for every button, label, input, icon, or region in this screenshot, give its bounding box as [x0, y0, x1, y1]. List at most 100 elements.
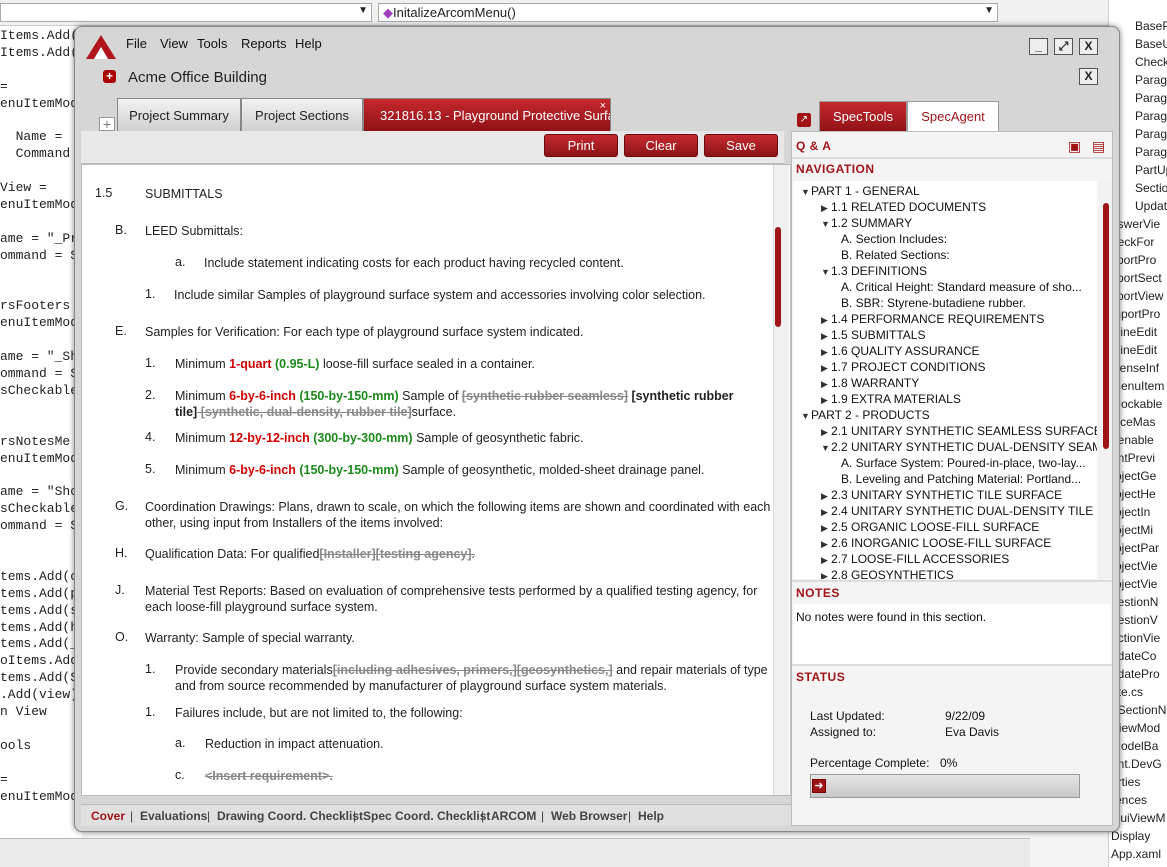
tab-spectools[interactable]: SpecTools	[819, 101, 907, 132]
para-b1-text[interactable]: Include similar Samples of playground su…	[174, 287, 706, 303]
solution-item[interactable]: Display	[1111, 829, 1150, 843]
para-ba-text[interactable]: Include statement indicating costs for e…	[204, 255, 624, 271]
metric-value[interactable]: (150-by-150-mm)	[296, 389, 398, 403]
nav-tree-item[interactable]: ▶ 1.5 SUBMITTALS	[821, 328, 925, 342]
save-button[interactable]: Save	[704, 134, 778, 157]
solution-item[interactable]: Paragr	[1135, 73, 1167, 87]
para-e2-text[interactable]: Minimum 6-by-6-inch (150-by-150-mm) Samp…	[175, 388, 734, 404]
navigation-tree[interactable]: ▼PART 1 - GENERAL ▶ 1.1 RELATED DOCUMENTS ▼…	[793, 181, 1097, 579]
nav-tree-item[interactable]: ▶ 1.1 RELATED DOCUMENTS	[821, 200, 986, 214]
close-tab-icon[interactable]: ×	[600, 100, 606, 112]
nav-tree-item[interactable]: ▶ 1.7 PROJECT CONDITIONS	[821, 360, 985, 374]
collapsed-triangle-icon[interactable]: ▶	[821, 571, 831, 579]
selected-option[interactable]: [synthetic rubber	[628, 389, 733, 403]
collapsed-triangle-icon[interactable]: ▶	[821, 491, 831, 502]
nav-tree-item[interactable]: ▶ 1.8 WARRANTY	[821, 376, 919, 390]
bottom-link[interactable]: Cover	[91, 809, 125, 823]
nav-tree-item[interactable]: ▶ 1.6 QUALITY ASSURANCE	[821, 344, 980, 358]
deleted-option[interactable]: [synthetic, dual-density, rubber tile]	[197, 405, 412, 419]
insert-requirement-placeholder[interactable]: <Insert requirement>.	[205, 769, 333, 783]
solution-item[interactable]: App.xaml	[1111, 847, 1161, 861]
navigation-scrollbar-thumb[interactable]	[1103, 203, 1109, 449]
nav-tree-item[interactable]: ▼PART 2 - PRODUCTS	[801, 408, 930, 422]
popout-icon[interactable]: ↗	[797, 113, 811, 127]
solution-item[interactable]: Paragr	[1135, 109, 1167, 123]
restore-button[interactable]: ⤢	[1054, 38, 1073, 55]
solution-item[interactable]: Paragr	[1135, 145, 1167, 159]
tab-project-sections[interactable]: Project Sections	[241, 98, 363, 131]
pdf-icon[interactable]: ▤	[1092, 138, 1105, 155]
arrow-right-icon[interactable]: ➜	[812, 779, 826, 793]
expanded-triangle-icon[interactable]: ▼	[801, 187, 811, 197]
nav-tree-item[interactable]: B. Leveling and Patching Material: Portl…	[841, 472, 1081, 486]
nav-tree-item[interactable]: ▶ 2.5 ORGANIC LOOSE-FILL SURFACE	[821, 520, 1039, 534]
para-o1-text[interactable]: Provide secondary materials[including ad…	[175, 662, 768, 678]
option-value[interactable]: 6-by-6-inch	[229, 463, 296, 477]
expanded-triangle-icon[interactable]: ▼	[821, 443, 831, 453]
para-e1-text[interactable]: Minimum 1-quart (0.95-L) loose-fill surf…	[175, 356, 535, 372]
nav-tree-item[interactable]: ▶ 2.4 UNITARY SYNTHETIC DUAL-DENSITY TILE…	[821, 504, 1097, 518]
option-value[interactable]: 6-by-6-inch	[229, 389, 296, 403]
solution-item[interactable]: Paragr	[1135, 127, 1167, 141]
para-o1-text-line2[interactable]: and from source recommended by manufactu…	[175, 678, 667, 694]
collapsed-triangle-icon[interactable]: ▶	[821, 203, 831, 214]
tab-project-summary[interactable]: Project Summary	[117, 98, 241, 131]
close-document-button[interactable]: X	[1079, 68, 1098, 85]
ide-class-combo[interactable]: ▼	[0, 3, 372, 22]
solution-item[interactable]: Check	[1135, 55, 1167, 69]
document-add-icon[interactable]: +	[103, 70, 116, 83]
para-o-text[interactable]: Warranty: Sample of special warranty.	[145, 630, 355, 646]
para-g-text[interactable]: Coordination Drawings: Plans, drawn to s…	[145, 499, 770, 515]
para-e5-text[interactable]: Minimum 6-by-6-inch (150-by-150-mm) Samp…	[175, 462, 704, 478]
nav-tree-item[interactable]: B. SBR: Styrene-butadiene rubber.	[841, 296, 1026, 310]
collapsed-triangle-icon[interactable]: ▶	[821, 507, 831, 518]
nav-tree-item[interactable]: ▶ 1.4 PERFORMANCE REQUIREMENTS	[821, 312, 1044, 326]
solution-item[interactable]: BaseU	[1135, 37, 1167, 51]
print-button[interactable]: Print	[544, 134, 618, 157]
collapsed-triangle-icon[interactable]: ▶	[821, 379, 831, 390]
nav-tree-item[interactable]: ▶ 2.6 INORGANIC LOOSE-FILL SURFACE	[821, 536, 1051, 550]
para-b-text[interactable]: LEED Submittals:	[145, 223, 243, 239]
collapsed-triangle-icon[interactable]: ▶	[821, 315, 831, 326]
clear-button[interactable]: Clear	[624, 134, 698, 157]
nav-tree-item[interactable]: ▶ 2.7 LOOSE-FILL ACCESSORIES	[821, 552, 1009, 566]
menu-view[interactable]: View	[160, 36, 188, 51]
para-g-text-line2[interactable]: other, using input from Installers of th…	[145, 515, 443, 531]
deleted-option[interactable]: [synthetic rubber seamless]	[462, 389, 628, 403]
bottom-link[interactable]: Web Browser	[551, 809, 627, 823]
para-oa-text[interactable]: Reduction in impact attenuation.	[205, 736, 384, 752]
nav-tree-item[interactable]: ▼1.2 SUMMARY	[821, 216, 912, 230]
para-j-text-line2[interactable]: each loose-fill playground surface syste…	[145, 599, 378, 615]
nav-tree-item[interactable]: A. Section Includes:	[841, 232, 947, 246]
option-value[interactable]: 12-by-12-inch	[229, 431, 310, 445]
document-scrollbar-thumb[interactable]	[775, 227, 781, 327]
deleted-option[interactable]: [Installer][testing agency].	[319, 547, 475, 561]
para-e4-text[interactable]: Minimum 12-by-12-inch (300-by-300-mm) Sa…	[175, 430, 584, 446]
ide-code-editor[interactable]: Items.Add(Items.Add(= enuItemMod Name = C…	[0, 26, 82, 840]
metric-value[interactable]: (300-by-300-mm)	[310, 431, 412, 445]
solution-item[interactable]: BasePa	[1135, 19, 1167, 33]
add-tab-button[interactable]: +	[99, 117, 115, 131]
ide-method-combo[interactable]: ◆InitalizeArcomMenu() ▼	[378, 3, 998, 22]
bottom-link[interactable]: ARCOM	[491, 809, 536, 823]
collapsed-triangle-icon[interactable]: ▶	[821, 363, 831, 374]
nav-tree-item[interactable]: ▼PART 1 - GENERAL	[801, 184, 920, 198]
minimize-button[interactable]: _	[1029, 38, 1048, 55]
collapsed-triangle-icon[interactable]: ▶	[821, 427, 831, 438]
nav-tree-item[interactable]: ▶ 2.3 UNITARY SYNTHETIC TILE SURFACE	[821, 488, 1062, 502]
para-j-text[interactable]: Material Test Reports: Based on evaluati…	[145, 583, 757, 599]
menu-reports[interactable]: Reports	[241, 36, 287, 51]
bottom-link[interactable]: Spec Coord. Checklist	[363, 809, 490, 823]
para-e-text[interactable]: Samples for Verification: For each type …	[145, 324, 583, 340]
para-h-text[interactable]: Qualification Data: For qualified[Instal…	[145, 546, 475, 562]
solution-item[interactable]: PartUp	[1135, 163, 1167, 177]
menu-help[interactable]: Help	[295, 36, 322, 51]
menu-file[interactable]: File	[126, 36, 147, 51]
collapsed-triangle-icon[interactable]: ▶	[821, 395, 831, 406]
document-content[interactable]: 1.5 SUBMITTALS B. LEED Submittals: a. In…	[81, 164, 791, 796]
selected-option[interactable]: tile]	[175, 405, 197, 419]
collapsed-triangle-icon[interactable]: ▶	[821, 539, 831, 550]
nav-tree-item[interactable]: ▼2.2 UNITARY SYNTHETIC DUAL-DENSITY SEAM…	[821, 440, 1097, 454]
solution-item[interactable]: Updat	[1135, 199, 1167, 213]
nav-tree-item[interactable]: ▶ 1.9 EXTRA MATERIALS	[821, 392, 961, 406]
